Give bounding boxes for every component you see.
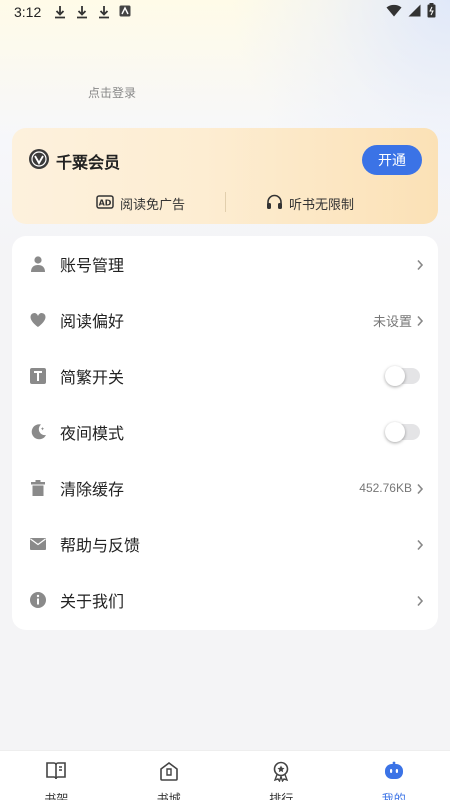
perk-label: 阅读免广告 <box>120 197 186 212</box>
text-t-icon <box>29 367 47 385</box>
download-icon <box>97 5 111 19</box>
tab-mine[interactable]: 我的 <box>338 751 450 800</box>
tab-bookstore[interactable]: 书城 <box>113 751 226 800</box>
status-time: 3:12 <box>14 4 42 20</box>
perk-label: 听书无限制 <box>289 197 355 212</box>
wifi-icon <box>386 4 402 20</box>
menu-item-simplified-traditional: 简繁开关 <box>12 348 438 404</box>
info-icon <box>29 591 47 609</box>
cache-size-value: 452.76KB <box>359 481 412 495</box>
tab-ranking[interactable]: 排行 <box>225 751 338 800</box>
menu-item-label: 账号管理 <box>60 258 125 275</box>
svg-text:AD: AD <box>99 199 112 208</box>
app-notification-icon <box>119 5 133 19</box>
robot-face-icon <box>383 760 405 787</box>
tab-label: 排行 <box>269 792 294 800</box>
menu-item-night-mode: 夜间模式 <box>12 404 438 460</box>
tab-label: 我的 <box>381 792 406 800</box>
login-link[interactable]: 点击登录 <box>88 84 136 101</box>
toggle-knob <box>385 422 405 442</box>
simplified-traditional-toggle[interactable] <box>385 366 420 386</box>
ad-icon: AD <box>96 195 120 212</box>
settings-menu: 账号管理 阅读偏好 未设置 简繁开关 夜间模式 清除缓存 452.76KB 帮助… <box>12 236 438 630</box>
vip-logo-icon <box>28 148 50 170</box>
ranking-icon <box>270 760 292 787</box>
book-icon <box>45 760 67 787</box>
heart-icon <box>29 311 47 329</box>
moon-icon <box>29 423 47 441</box>
store-icon <box>158 760 180 787</box>
menu-item-label: 清除缓存 <box>60 482 125 499</box>
tab-label: 书城 <box>156 792 181 800</box>
tab-bookshelf[interactable]: 书架 <box>0 751 113 800</box>
vip-title: 千粟会员 <box>56 155 121 172</box>
menu-item-label: 夜间模式 <box>60 426 125 443</box>
tab-label: 书架 <box>44 792 69 800</box>
download-icon <box>75 5 89 19</box>
night-mode-toggle[interactable] <box>385 422 420 442</box>
menu-item-reading-preference[interactable]: 阅读偏好 未设置 <box>12 292 438 348</box>
status-bar: 3:12 <box>0 0 450 24</box>
bottom-tab-bar: 书架 书城 排行 我的 <box>0 750 450 800</box>
menu-item-about-us[interactable]: 关于我们 <box>12 572 438 628</box>
trash-icon <box>29 479 47 497</box>
chevron-right-icon <box>416 538 424 551</box>
menu-item-help-feedback[interactable]: 帮助与反馈 <box>12 516 438 572</box>
signal-icon <box>408 4 421 20</box>
menu-item-label: 阅读偏好 <box>60 314 125 331</box>
menu-item-account[interactable]: 账号管理 <box>12 236 438 292</box>
person-icon <box>29 255 47 273</box>
menu-item-value: 未设置 <box>372 313 412 329</box>
chevron-right-icon <box>416 482 424 495</box>
vip-membership-card[interactable]: 千粟会员 开通 AD 阅读免广告 听书无限制 <box>12 128 438 224</box>
toggle-knob <box>385 366 405 386</box>
download-icon <box>53 5 67 19</box>
chevron-right-icon <box>416 258 424 271</box>
battery-icon <box>427 3 436 21</box>
menu-item-label: 关于我们 <box>60 594 125 611</box>
open-vip-button[interactable]: 开通 <box>362 145 422 175</box>
chevron-right-icon <box>416 594 424 607</box>
chevron-right-icon <box>416 314 424 327</box>
perk-no-ads: AD 阅读免广告 <box>96 194 185 213</box>
perk-unlimited-audio: 听书无限制 <box>266 194 354 213</box>
menu-item-label: 帮助与反馈 <box>60 538 141 555</box>
perk-divider <box>225 192 226 212</box>
envelope-icon <box>29 535 47 553</box>
headphones-icon <box>266 194 289 213</box>
menu-item-label: 简繁开关 <box>60 370 125 387</box>
menu-item-clear-cache[interactable]: 清除缓存 452.76KB <box>12 460 438 516</box>
